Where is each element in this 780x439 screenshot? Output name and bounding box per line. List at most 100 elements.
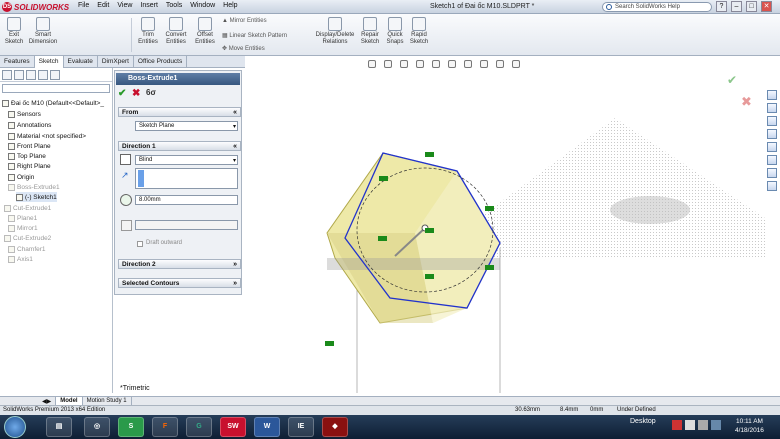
- menu-window[interactable]: Window: [190, 2, 215, 9]
- repair-sketch-button[interactable]: Repair Sketch: [358, 15, 382, 46]
- appearance-icon[interactable]: [50, 70, 60, 80]
- direction-vector-field[interactable]: [135, 168, 238, 189]
- tree-item-plane1[interactable]: Plane1: [8, 213, 37, 223]
- end-condition-select[interactable]: Blind ▾: [135, 155, 238, 165]
- taskbar-chrome[interactable]: G: [186, 417, 212, 437]
- from-group-header[interactable]: From «: [118, 107, 241, 117]
- tab-sketch[interactable]: Sketch: [34, 56, 64, 68]
- cancel-x-icon[interactable]: ✖: [132, 88, 140, 99]
- sketch-tools-grid[interactable]: [62, 18, 132, 52]
- tree-item-right-plane[interactable]: Right Plane: [8, 161, 51, 171]
- offset-entities-button[interactable]: Offset Entities: [192, 15, 218, 46]
- tree-item-top-plane[interactable]: Top Plane: [8, 151, 46, 161]
- reverse-direction-icon[interactable]: [120, 154, 131, 165]
- tab-model[interactable]: Model: [56, 397, 83, 405]
- tab-evaluate[interactable]: Evaluate: [64, 56, 98, 68]
- draft-toggle-icon[interactable]: [121, 220, 132, 231]
- menu-edit[interactable]: Edit: [97, 2, 109, 9]
- tree-item-chamfer1[interactable]: Chamfer1: [8, 244, 46, 254]
- tree-item-front-plane[interactable]: Front Plane: [8, 141, 51, 151]
- draft-angle-input[interactable]: [135, 220, 238, 230]
- taskbar-app[interactable]: ◎: [84, 417, 110, 437]
- draft-outward-checkbox[interactable]: [137, 241, 143, 247]
- ok-check-icon[interactable]: ✔: [118, 88, 126, 99]
- move-entities-button[interactable]: ✥ Move Entities: [222, 45, 265, 52]
- direction2-group-header[interactable]: Direction 2 »: [118, 259, 241, 269]
- menu-tools[interactable]: Tools: [166, 2, 182, 9]
- taskbar-unikey[interactable]: S: [118, 417, 144, 437]
- display-delete-relations-button[interactable]: Display/Delete Relations: [312, 15, 358, 46]
- trim-entities-button[interactable]: Trim Entities: [136, 15, 160, 46]
- quick-snaps-button[interactable]: Quick Snaps: [384, 15, 406, 46]
- previous-view-icon[interactable]: [400, 60, 408, 68]
- view-orientation-icon[interactable]: [432, 60, 440, 68]
- taskbar-app-red[interactable]: ◆: [322, 417, 348, 437]
- tree-root[interactable]: Đai ốc M10 (Default<<Default>_: [2, 98, 104, 108]
- taskbar-explorer[interactable]: ▤: [46, 417, 72, 437]
- selected-contours-header[interactable]: Selected Contours »: [118, 278, 241, 288]
- tab-dimxpert[interactable]: DimXpert: [98, 56, 134, 68]
- from-select[interactable]: Sketch Plane ▾: [135, 121, 238, 131]
- tray-network-icon[interactable]: [685, 420, 695, 430]
- scene-icon[interactable]: [496, 60, 504, 68]
- help-button[interactable]: ?: [716, 1, 727, 12]
- tree-item-boss-extrude[interactable]: Boss-Extrude1: [8, 182, 60, 192]
- design-library-icon[interactable]: [767, 103, 777, 113]
- tree-item-mirror1[interactable]: Mirror1: [8, 223, 38, 233]
- forum-icon[interactable]: [767, 181, 777, 191]
- menu-insert[interactable]: Insert: [140, 2, 158, 9]
- minimize-button[interactable]: –: [731, 1, 742, 12]
- taskbar-word[interactable]: W: [254, 417, 280, 437]
- start-button[interactable]: [4, 416, 26, 438]
- zoom-area-icon[interactable]: [384, 60, 392, 68]
- taskbar-ie[interactable]: IE: [288, 417, 314, 437]
- exit-sketch-button[interactable]: Exit Sketch: [2, 15, 26, 46]
- taskbar-firefox[interactable]: F: [152, 417, 178, 437]
- close-button[interactable]: ✕: [761, 1, 772, 12]
- appearances-icon[interactable]: [767, 155, 777, 165]
- tree-item-cut-extrude1[interactable]: Cut-Extrude1: [4, 203, 51, 213]
- menu-view[interactable]: View: [117, 2, 132, 9]
- file-explorer-icon[interactable]: [767, 116, 777, 126]
- menu-help[interactable]: Help: [223, 2, 237, 9]
- configuration-icon[interactable]: [26, 70, 36, 80]
- resources-icon[interactable]: [767, 90, 777, 100]
- nav-arrows[interactable]: ◀▶: [38, 397, 57, 405]
- model-view[interactable]: ✔ ✖: [245, 58, 765, 398]
- tray-flag-icon[interactable]: [711, 420, 721, 430]
- detailed-preview-icon[interactable]: 6σ: [146, 88, 156, 97]
- tray-antivirus-icon[interactable]: [672, 420, 682, 430]
- maximize-button[interactable]: □: [746, 1, 757, 12]
- property-manager-icon[interactable]: [14, 70, 24, 80]
- tree-item-sketch1[interactable]: (-) Sketch1: [16, 192, 57, 202]
- taskbar-solidworks[interactable]: SW: [220, 417, 246, 437]
- tree-filter-input[interactable]: [2, 84, 110, 93]
- tree-item-annotations[interactable]: Annotations: [8, 120, 51, 130]
- edit-appearance-icon[interactable]: [480, 60, 488, 68]
- direction1-group-header[interactable]: Direction 1 «: [118, 141, 241, 151]
- view-palette-icon[interactable]: [767, 142, 777, 152]
- tray-volume-icon[interactable]: [698, 420, 708, 430]
- display-style-icon[interactable]: [448, 60, 456, 68]
- clock[interactable]: 10:11 AM 4/18/2016: [735, 417, 764, 435]
- dimxpert-icon[interactable]: [38, 70, 48, 80]
- tree-item-axis1[interactable]: Axis1: [8, 254, 33, 264]
- search-input[interactable]: Search SolidWorks Help: [602, 2, 712, 12]
- view-settings-icon[interactable]: [512, 60, 520, 68]
- cancel-x-corner-icon[interactable]: ✖: [741, 94, 752, 109]
- convert-entities-button[interactable]: Convert Entities: [162, 15, 190, 46]
- depth-input[interactable]: 8.00mm: [135, 195, 238, 205]
- app-logo[interactable]: DS SOLIDWORKS: [2, 1, 69, 13]
- section-view-icon[interactable]: [416, 60, 424, 68]
- tray-desktop[interactable]: Desktop: [630, 418, 656, 425]
- smart-dimension-button[interactable]: Smart Dimension: [28, 15, 58, 46]
- menu-file[interactable]: File: [78, 2, 89, 9]
- zoom-to-fit-icon[interactable]: [368, 60, 376, 68]
- tree-item-origin[interactable]: Origin: [8, 172, 34, 182]
- search-results-icon[interactable]: [767, 129, 777, 139]
- feature-tree-icon[interactable]: [2, 70, 12, 80]
- tree-item-sensors[interactable]: Sensors: [8, 109, 41, 119]
- tab-features[interactable]: Features: [0, 56, 35, 68]
- hide-show-icon[interactable]: [464, 60, 472, 68]
- mirror-entities-button[interactable]: ▲ Mirror Entities: [222, 18, 267, 24]
